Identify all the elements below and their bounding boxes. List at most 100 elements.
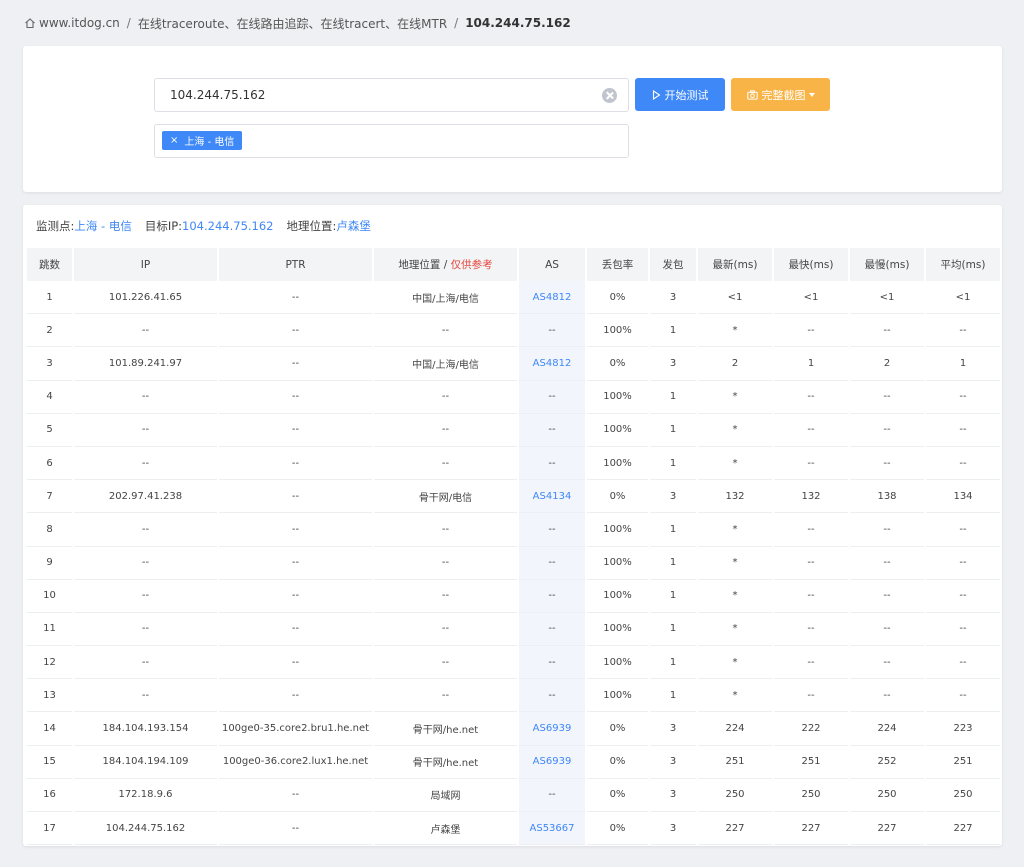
result-panel: 监测点: 上海 - 电信 目标IP: 104.244.75.162 地理位置: … — [23, 205, 1002, 846]
cell-as: AS6939 — [519, 745, 585, 779]
table-row: 6 -- -- -- -- 100% 1 * -- -- -- — [27, 446, 1000, 481]
cell-last: * — [698, 679, 772, 713]
cell-geo: -- — [374, 381, 517, 414]
cell-as: AS6939 — [519, 712, 585, 746]
close-icon[interactable]: × — [170, 135, 178, 146]
as-link[interactable]: AS53667 — [530, 823, 575, 834]
clear-icon[interactable] — [602, 87, 617, 103]
cell-as: -- — [519, 612, 585, 647]
cell-hop: 15 — [27, 746, 72, 779]
cell-worst: 2 — [850, 347, 924, 381]
table-row: 9 -- -- -- -- 100% 1 * -- -- -- — [27, 546, 1000, 580]
cell-as: -- — [519, 579, 585, 613]
header-geo-reference: 仅供参考 — [450, 259, 493, 271]
cell-loss: 0% — [587, 480, 648, 514]
as-link[interactable]: AS4812 — [533, 292, 572, 303]
cell-avg: -- — [926, 679, 1000, 713]
cell-last: * — [698, 646, 772, 680]
header-geo: 地理位置 / 仅供参考 — [374, 248, 517, 281]
table-row: 13 -- -- -- -- 100% 1 * -- -- -- — [27, 679, 1000, 713]
cell-sent: 1 — [650, 381, 696, 414]
cell-ptr: -- — [219, 447, 372, 481]
cell-loss: 0% — [587, 746, 648, 779]
cell-worst: -- — [850, 513, 924, 547]
cell-best: 227 — [774, 812, 848, 846]
chevron-down-icon — [808, 92, 815, 97]
cell-as: -- — [519, 380, 585, 414]
table-row: 16 172.18.9.6 -- 局域网 -- 0% 3 250 250 250 250 — [27, 778, 1000, 812]
cell-last: * — [698, 613, 772, 647]
cell-geo: -- — [374, 513, 517, 547]
cell-geo: -- — [374, 447, 517, 481]
cell-avg: -- — [926, 646, 1000, 680]
cell-worst: -- — [850, 646, 924, 680]
screenshot-dropdown-button[interactable]: 完整截图 — [731, 78, 830, 111]
table-row: 5 -- -- -- -- 100% 1 * -- -- -- — [27, 413, 1000, 447]
header-sent: 发包 — [650, 248, 696, 281]
cell-geo: 卢森堡 — [374, 812, 517, 846]
cell-worst: 252 — [850, 746, 924, 779]
cell-ip: -- — [74, 547, 217, 580]
cell-avg: -- — [926, 381, 1000, 414]
cell-worst: <1 — [850, 281, 924, 315]
cell-sent: 1 — [650, 513, 696, 547]
cell-sent: 3 — [650, 779, 696, 812]
cell-avg: -- — [926, 613, 1000, 647]
target-value: 104.244.75.162 — [182, 219, 274, 233]
cell-hop: 7 — [27, 480, 72, 514]
table-row: 7 202.97.41.238 -- 骨干网/电信 AS4134 0% 3 132 132 138… — [27, 480, 1000, 514]
cell-sent: 3 — [650, 712, 696, 746]
cell-hop: 10 — [27, 580, 72, 613]
cell-last: <1 — [698, 281, 772, 315]
cell-best: 222 — [774, 712, 848, 746]
cell-ip: -- — [74, 646, 217, 680]
cell-avg: -- — [926, 547, 1000, 580]
cell-avg: -- — [926, 447, 1000, 481]
as-link[interactable]: AS4134 — [533, 491, 572, 502]
breadcrumb-section-link[interactable]: 在线traceroute、在线路由追踪、在线tracert、在线MTR — [138, 15, 447, 32]
cell-best: 1 — [774, 347, 848, 381]
cell-worst: -- — [850, 314, 924, 348]
cell-ip: -- — [74, 381, 217, 414]
cell-hop: 17 — [27, 812, 72, 846]
cell-as: AS4812 — [519, 347, 585, 381]
cell-avg: 227 — [926, 812, 1000, 846]
cell-geo: 骨干网/he.net — [374, 712, 517, 746]
cell-last: 251 — [698, 746, 772, 779]
selected-node-tag[interactable]: × 上海 - 电信 — [162, 131, 243, 150]
cell-worst: -- — [850, 679, 924, 713]
as-link[interactable]: AS4812 — [533, 358, 572, 369]
cell-best: -- — [774, 679, 848, 713]
cell-hop: 14 — [27, 712, 72, 746]
cell-loss: 100% — [587, 414, 648, 447]
cell-avg: 250 — [926, 779, 1000, 812]
cell-worst: -- — [850, 381, 924, 414]
cell-geo: 中国/上海/电信 — [374, 347, 517, 381]
cell-ip: -- — [74, 314, 217, 348]
cell-hop: 13 — [27, 679, 72, 713]
cell-best: 250 — [774, 779, 848, 812]
cell-ip: -- — [74, 447, 217, 481]
as-link[interactable]: AS6939 — [533, 756, 572, 767]
target-input[interactable] — [155, 79, 602, 111]
cell-loss: 100% — [587, 513, 648, 547]
cell-geo: 骨干网/he.net — [374, 746, 517, 779]
cell-geo: -- — [374, 613, 517, 647]
header-worst: 最慢(ms) — [850, 248, 924, 281]
start-test-button[interactable]: 开始测试 — [635, 78, 725, 111]
breadcrumb-home-link[interactable]: www.itdog.cn — [39, 16, 120, 30]
cell-ptr: -- — [219, 679, 372, 713]
table-row: 12 -- -- -- -- 100% 1 * -- -- -- — [27, 646, 1000, 680]
cell-ip: -- — [74, 580, 217, 613]
cell-ptr: 100ge0-36.core2.lux1.he.net — [219, 746, 372, 779]
play-icon — [652, 89, 660, 100]
as-link[interactable]: AS6939 — [533, 723, 572, 734]
cell-ptr: -- — [219, 812, 372, 846]
cell-ptr: -- — [219, 314, 372, 348]
cell-worst: -- — [850, 414, 924, 447]
cell-ip: -- — [74, 513, 217, 547]
cell-sent: 3 — [650, 347, 696, 381]
node-select[interactable]: × 上海 - 电信 — [154, 124, 629, 158]
cell-ptr: -- — [219, 580, 372, 613]
monitor-summary: 监测点: 上海 - 电信 目标IP: 104.244.75.162 地理位置: … — [36, 218, 384, 234]
